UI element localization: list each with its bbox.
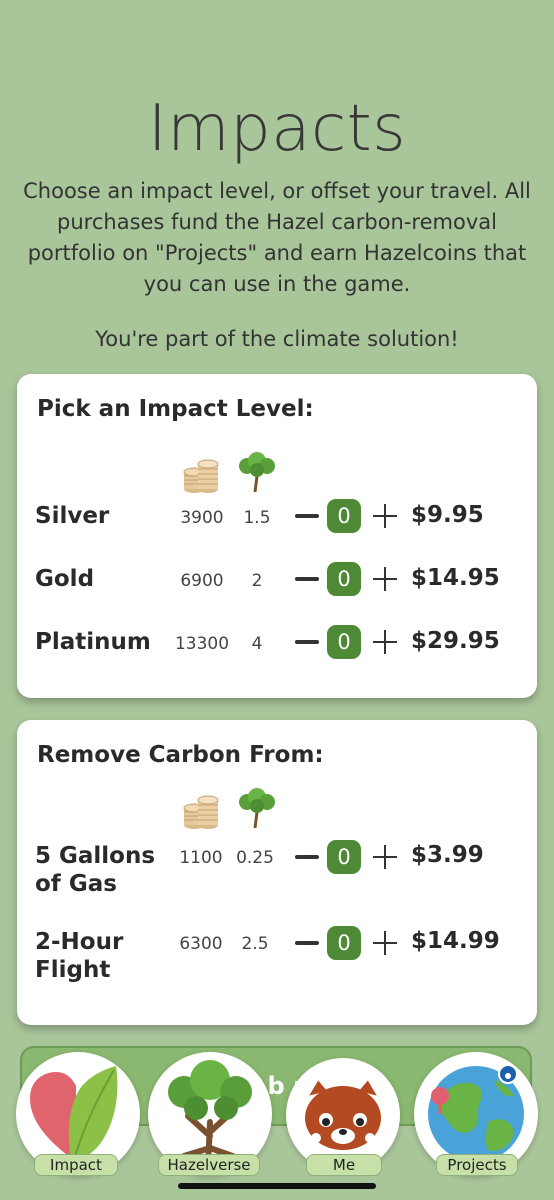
increment-button[interactable]: [373, 504, 397, 528]
carbon-row: 5 Gallons of Gas 1100 0.25 0 $3.99: [17, 840, 537, 902]
carbon-value: 1.5: [243, 508, 271, 528]
impact-row: Platinum 13300 4 0 $29.95: [17, 625, 537, 686]
hazelcoins-value: 6900: [180, 571, 224, 591]
increment-button[interactable]: [373, 845, 397, 869]
price-label: $14.95: [411, 565, 500, 591]
page-tagline: You're part of the climate solution!: [95, 327, 459, 351]
impact-level-card: Pick an Impact Level: Silver 3900 1.5 0 …: [17, 374, 537, 698]
impact-level-name: Gold: [35, 566, 95, 592]
home-indicator: [178, 1183, 376, 1189]
decrement-button[interactable]: [295, 514, 319, 518]
hazelcoins-value: 6300: [179, 934, 223, 954]
impact-card-title: Pick an Impact Level:: [37, 396, 314, 422]
price-label: $9.95: [411, 502, 484, 528]
quantity-badge: 0: [327, 926, 361, 960]
price-label: $29.95: [411, 628, 500, 654]
decrement-button[interactable]: [295, 577, 319, 581]
nav-hazelverse-label: Hazelverse: [158, 1154, 260, 1176]
hazelcoins-value: 13300: [174, 634, 230, 654]
carbon-value: 4: [251, 634, 263, 654]
coins-icon: [183, 459, 219, 493]
quantity-badge: 0: [327, 499, 361, 533]
carbon-card-title: Remove Carbon From:: [37, 742, 324, 768]
carbon-source-name-line1: 2-Hour: [35, 929, 124, 955]
quantity-badge: 0: [327, 562, 361, 596]
price-label: $3.99: [411, 842, 484, 868]
impact-level-name: Silver: [35, 503, 110, 529]
page-description: Choose an impact level, or offset your t…: [23, 179, 531, 296]
decrement-button[interactable]: [295, 941, 319, 945]
carbon-source-name-line2: Flight: [35, 957, 111, 983]
carbon-source-name: 2-Hour Flight: [35, 928, 123, 984]
nav-me-label: Me: [306, 1154, 382, 1176]
carbon-value: 2: [251, 571, 263, 591]
hazelcoins-value: 1100: [179, 848, 223, 868]
decrement-button[interactable]: [295, 640, 319, 644]
quantity-badge: 0: [327, 840, 361, 874]
price-label: $14.99: [411, 928, 500, 954]
tree-icon: [239, 788, 275, 829]
impact-row: Silver 3900 1.5 0 $9.95: [17, 499, 537, 560]
remove-carbon-card: Remove Carbon From: 5 Gallons of Gas 110…: [17, 720, 537, 1025]
increment-button[interactable]: [373, 630, 397, 654]
carbon-value: 2.5: [241, 934, 269, 954]
carbon-value: 0.25: [236, 848, 274, 868]
nav-projects-label: Projects: [436, 1154, 518, 1176]
decrement-button[interactable]: [295, 855, 319, 859]
carbon-source-name-line2: of Gas: [35, 871, 117, 897]
carbon-source-name: 5 Gallons of Gas: [35, 842, 155, 898]
page-title: Impacts: [147, 92, 407, 166]
increment-button[interactable]: [373, 931, 397, 955]
increment-button[interactable]: [373, 567, 397, 591]
carbon-source-name-line1: 5 Gallons: [35, 843, 156, 869]
hazelcoins-value: 3900: [180, 508, 224, 528]
coins-icon: [183, 795, 219, 829]
impact-level-name: Platinum: [35, 629, 151, 655]
impact-row: Gold 6900 2 0 $14.95: [17, 562, 537, 623]
tree-icon: [239, 452, 275, 493]
nav-impact-label: Impact: [34, 1154, 118, 1176]
quantity-badge: 0: [327, 625, 361, 659]
carbon-row: 2-Hour Flight 6300 2.5 0 $14.99: [17, 926, 537, 988]
